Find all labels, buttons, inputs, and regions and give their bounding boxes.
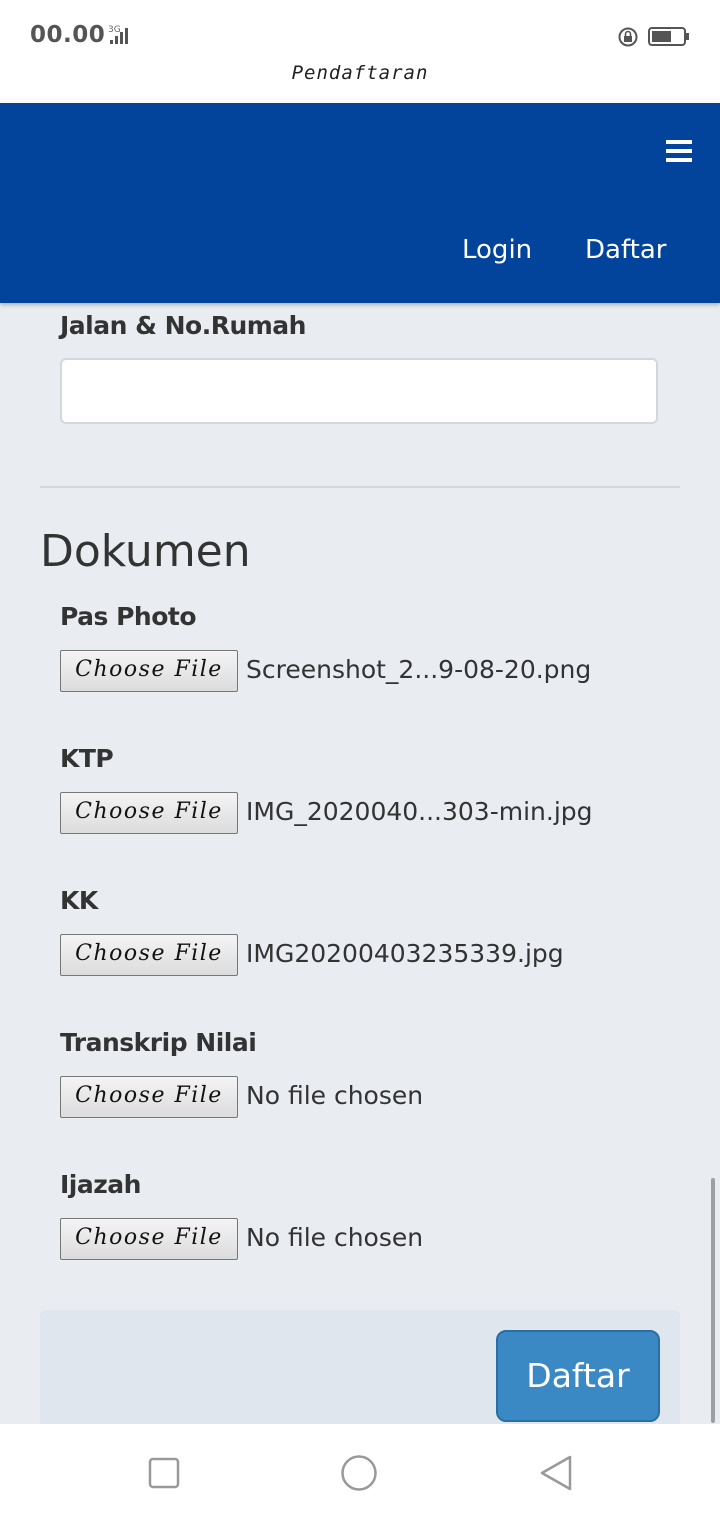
transkrip-nilai-label: Transkrip Nilai [60, 1028, 257, 1057]
hamburger-menu-icon[interactable] [666, 140, 692, 162]
signal-icon [110, 28, 128, 44]
address-label: Jalan & No.Rumah [60, 311, 306, 340]
ktp-choose-file-button[interactable]: Choose File [60, 792, 238, 834]
kk-choose-file-button[interactable]: Choose File [60, 934, 238, 976]
home-icon[interactable] [340, 1454, 378, 1492]
kk-file-name: IMG20200403235339.jpg [246, 939, 564, 968]
kk-label: KK [60, 886, 98, 915]
navbar [0, 103, 720, 303]
transkrip-nilai-file-name: No file chosen [246, 1081, 424, 1110]
rotation-lock-icon [618, 27, 638, 47]
status-bar: 00.00 3G [0, 0, 720, 60]
pas-photo-file-name: Screenshot_2...9-08-20.png [246, 655, 592, 684]
scrollbar[interactable] [711, 1178, 715, 1423]
ktp-label: KTP [60, 744, 114, 773]
daftar-submit-button[interactable]: Daftar [496, 1330, 660, 1422]
back-icon[interactable] [538, 1454, 574, 1492]
ktp-file-name: IMG_2020040...303-min.jpg [246, 797, 593, 826]
pas-photo-choose-file-button[interactable]: Choose File [60, 650, 238, 692]
page-heading: Pendaftaran [291, 62, 429, 84]
transkrip-nilai-choose-file-button[interactable]: Choose File [60, 1076, 238, 1118]
system-navigation-bar [0, 1424, 720, 1520]
documents-section-title: Dokumen [40, 526, 251, 577]
section-divider [40, 486, 680, 488]
ijazah-file-name: No file chosen [246, 1223, 424, 1252]
battery-icon [648, 27, 689, 46]
recent-apps-icon[interactable] [148, 1457, 180, 1489]
nav-login-link[interactable]: Login [462, 235, 532, 265]
address-input[interactable] [60, 358, 658, 424]
nav-daftar-link[interactable]: Daftar [585, 235, 666, 265]
ijazah-choose-file-button[interactable]: Choose File [60, 1218, 238, 1260]
pas-photo-label: Pas Photo [60, 602, 197, 631]
ijazah-label: Ijazah [60, 1170, 141, 1199]
status-time: 00.00 [30, 22, 106, 48]
